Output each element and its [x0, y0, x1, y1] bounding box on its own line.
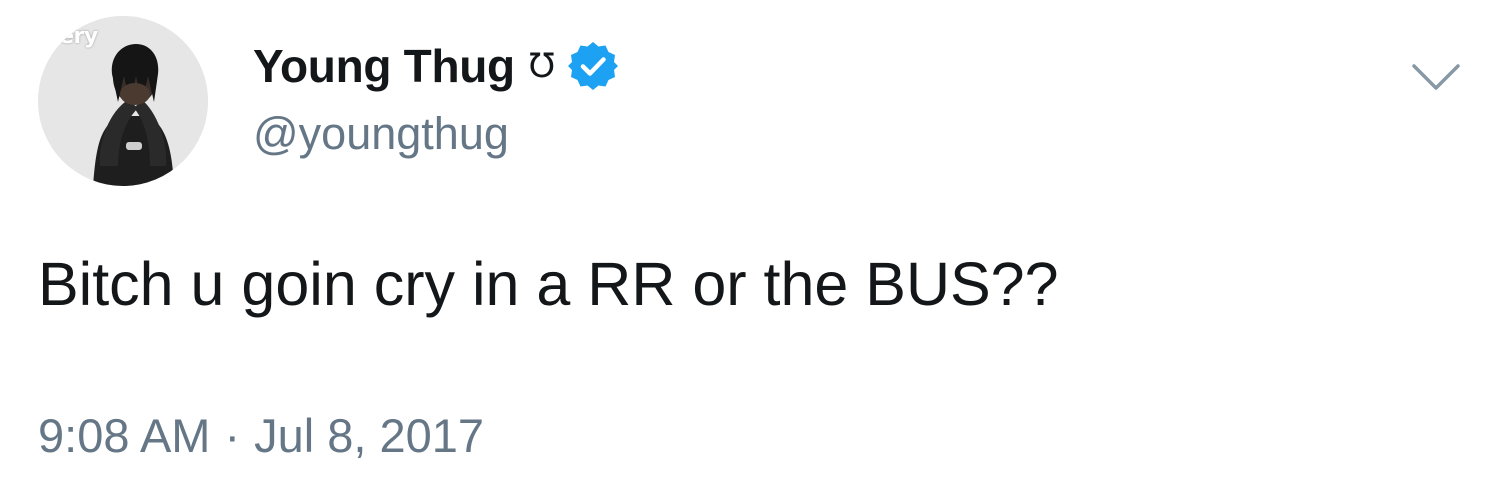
display-name[interactable]: Young Thug [253, 39, 515, 93]
avatar[interactable]: fery [38, 16, 208, 186]
tweet-timestamp[interactable]: 9:08 AM · Jul 8, 2017 [38, 408, 484, 463]
meta-separator: · [224, 409, 241, 462]
name-emoji: Ʊ [528, 46, 555, 86]
display-name-row: Young Thug Ʊ [253, 36, 619, 96]
user-handle[interactable]: @youngthug [253, 108, 509, 160]
verified-badge-icon [567, 40, 619, 92]
tweet-date: Jul 8, 2017 [254, 409, 485, 462]
avatar-watermark: fery [50, 24, 98, 49]
tweet-time: 9:08 AM [38, 409, 211, 462]
tweet-text: Bitch u goin cry in a RR or the BUS?? [38, 250, 1059, 318]
chevron-down-icon[interactable] [1408, 48, 1464, 104]
tweet-card: fery Young Thug Ʊ @youngthug Bitch u goi… [0, 0, 1499, 499]
